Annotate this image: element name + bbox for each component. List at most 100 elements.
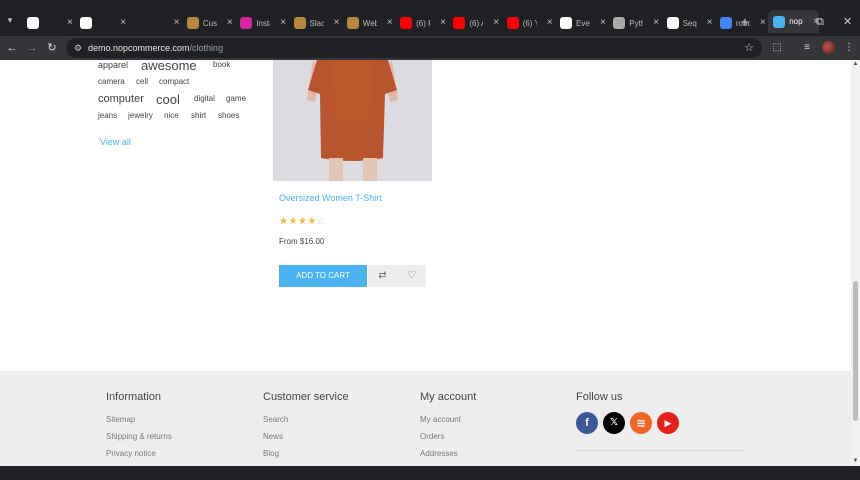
x-twitter-icon[interactable]: 𝕏	[603, 412, 625, 434]
tag-awesome[interactable]: awesome	[141, 60, 197, 72]
view-all-tags-link[interactable]: View all	[100, 137, 131, 147]
tab-close-icon[interactable]: ×	[600, 18, 606, 28]
reload-icon[interactable]: ↻	[45, 41, 59, 55]
url-text[interactable]: demo.nopcommerce.com/clothing	[88, 42, 223, 54]
tab-close-icon[interactable]: ×	[707, 18, 713, 28]
new-tab-button[interactable]: +	[739, 15, 751, 28]
site-info-icon[interactable]: ⚙	[72, 42, 84, 54]
browser-tab[interactable]: ×	[129, 13, 180, 33]
tab-title: Web	[362, 18, 377, 28]
media-controls-icon[interactable]: ≡	[800, 41, 814, 55]
tag-jeans[interactable]: jeans	[98, 112, 117, 120]
compare-icon[interactable]: ⇄	[368, 265, 397, 287]
forward-icon[interactable]: →	[25, 41, 39, 55]
tab-close-icon[interactable]: ×	[280, 18, 286, 28]
add-to-wishlist-heart-icon[interactable]: ♡	[397, 265, 426, 287]
browser-tab[interactable]: nop ×	[768, 10, 820, 33]
tab-title: (6) A	[469, 18, 483, 28]
browser-tab[interactable]: ×	[22, 13, 73, 33]
scroll-down-arrow-icon[interactable]: ▼	[851, 457, 860, 466]
extensions-icon[interactable]: ⬚	[770, 41, 784, 55]
footer-divider	[576, 450, 744, 451]
footer-follow-us-title: Follow us	[576, 391, 623, 403]
tag-book[interactable]: book	[213, 61, 230, 69]
tag-cell[interactable]: cell	[136, 78, 148, 86]
tag-jewelry[interactable]: jewelry	[128, 112, 153, 120]
tab-close-icon[interactable]: ×	[67, 18, 73, 28]
tab-favicon-icon	[186, 17, 199, 29]
browser-tab[interactable]: Insta ×	[235, 13, 286, 33]
restore-window-icon[interactable]: ⧉	[816, 16, 824, 28]
tab-search-chevron-icon[interactable]: ▾	[4, 14, 16, 26]
browser-toolbar: ← → ↻ ⚙ demo.nopcommerce.com/clothing ☆ …	[0, 36, 860, 60]
page-scrollbar[interactable]: ▲ ▼	[851, 60, 860, 466]
window-bottom-edge	[0, 466, 860, 480]
tab-title: Pyth	[629, 18, 644, 28]
browser-tab[interactable]: (6) A ×	[448, 13, 499, 33]
tab-close-icon[interactable]: ×	[120, 18, 126, 28]
browser-tab[interactable]: Pyth ×	[608, 13, 659, 33]
tab-close-icon[interactable]: ×	[440, 18, 446, 28]
footer-link-shipping-returns[interactable]: Shipping & returns	[106, 432, 172, 441]
tag-shirt[interactable]: shirt	[191, 112, 206, 120]
tag-cool[interactable]: cool	[156, 93, 180, 106]
browser-tab[interactable]: Slack ×	[289, 13, 340, 33]
browser-tab[interactable]: (6) Y ×	[502, 13, 553, 33]
bookmark-star-icon[interactable]: ☆	[744, 41, 754, 55]
add-to-cart-button[interactable]: ADD TO CART	[279, 265, 367, 287]
footer-link-search[interactable]: Search	[263, 415, 288, 424]
rss-icon[interactable]: ≋	[630, 412, 652, 434]
tab-close-icon[interactable]: ×	[174, 18, 180, 28]
product-title-link[interactable]: Oversized Women T-Shirt	[279, 193, 382, 203]
footer-link-sitemap[interactable]: Sitemap	[106, 415, 135, 424]
browser-tab[interactable]: Event ×	[555, 13, 606, 33]
scroll-thumb[interactable]	[853, 281, 858, 421]
tab-close-icon[interactable]: ×	[653, 18, 659, 28]
youtube-icon[interactable]: ▶	[657, 412, 679, 434]
back-icon[interactable]: ←	[5, 41, 19, 55]
tag-digital[interactable]: digital	[194, 95, 215, 103]
tab-favicon-icon	[133, 17, 146, 29]
scroll-up-arrow-icon[interactable]: ▲	[851, 60, 860, 69]
footer-link-blog[interactable]: Blog	[263, 449, 279, 458]
tab-title: Event	[576, 18, 590, 28]
tab-close-icon[interactable]: ×	[760, 18, 766, 28]
footer-customer-service-title: Customer service	[263, 391, 349, 403]
tag-nice[interactable]: nice	[164, 112, 179, 120]
browser-tab[interactable]: Sequ ×	[662, 13, 713, 33]
star-filled-icon: ★	[288, 216, 298, 227]
browser-tab[interactable]: Cus ×	[182, 13, 233, 33]
footer-link-addresses[interactable]: Addresses	[420, 449, 458, 458]
star-filled-icon: ★	[297, 216, 308, 227]
browser-tab[interactable]: Web ×	[342, 13, 393, 33]
browser-tab[interactable]: ×	[75, 13, 126, 33]
tag-game[interactable]: game	[226, 95, 246, 103]
address-bar[interactable]: ⚙ demo.nopcommerce.com/clothing ☆	[66, 38, 762, 58]
url-path: /clothing	[189, 43, 224, 53]
footer-link-my-account[interactable]: My account	[420, 415, 461, 424]
footer-link-news[interactable]: News	[263, 432, 283, 441]
profile-avatar[interactable]	[822, 41, 835, 54]
tab-close-icon[interactable]: ×	[493, 18, 499, 28]
menu-kebab-icon[interactable]: ⋮	[842, 41, 856, 55]
tag-computer[interactable]: computer	[98, 94, 144, 105]
tag-camera[interactable]: camera	[98, 78, 125, 86]
tab-close-icon[interactable]: ×	[334, 18, 340, 28]
tab-title: Cus	[202, 18, 217, 28]
tab-close-icon[interactable]: ×	[547, 18, 553, 28]
browser-tab[interactable]: (6) F ×	[395, 13, 446, 33]
tab-favicon-icon	[27, 17, 39, 29]
footer-link-privacy-notice[interactable]: Privacy notice	[106, 449, 156, 458]
footer-link-orders[interactable]: Orders	[420, 432, 444, 441]
facebook-icon[interactable]: f	[576, 412, 598, 434]
tab-close-icon[interactable]: ×	[387, 18, 393, 28]
tab-strip: ▾ ×××Cus×Insta×Slack×Web×(6) F×(6) A×(6)…	[0, 0, 860, 36]
tag-compact[interactable]: compact	[159, 78, 189, 86]
product-image[interactable]	[273, 60, 432, 181]
tab-close-icon[interactable]: ×	[227, 18, 233, 28]
tag-apparel[interactable]: apparel	[98, 61, 128, 70]
tag-shoes[interactable]: shoes	[218, 112, 239, 120]
site-footer: Information Sitemap Shipping & returns P…	[0, 371, 851, 466]
footer-my-account-title: My account	[420, 391, 477, 403]
close-window-icon[interactable]: ✕	[843, 16, 852, 28]
